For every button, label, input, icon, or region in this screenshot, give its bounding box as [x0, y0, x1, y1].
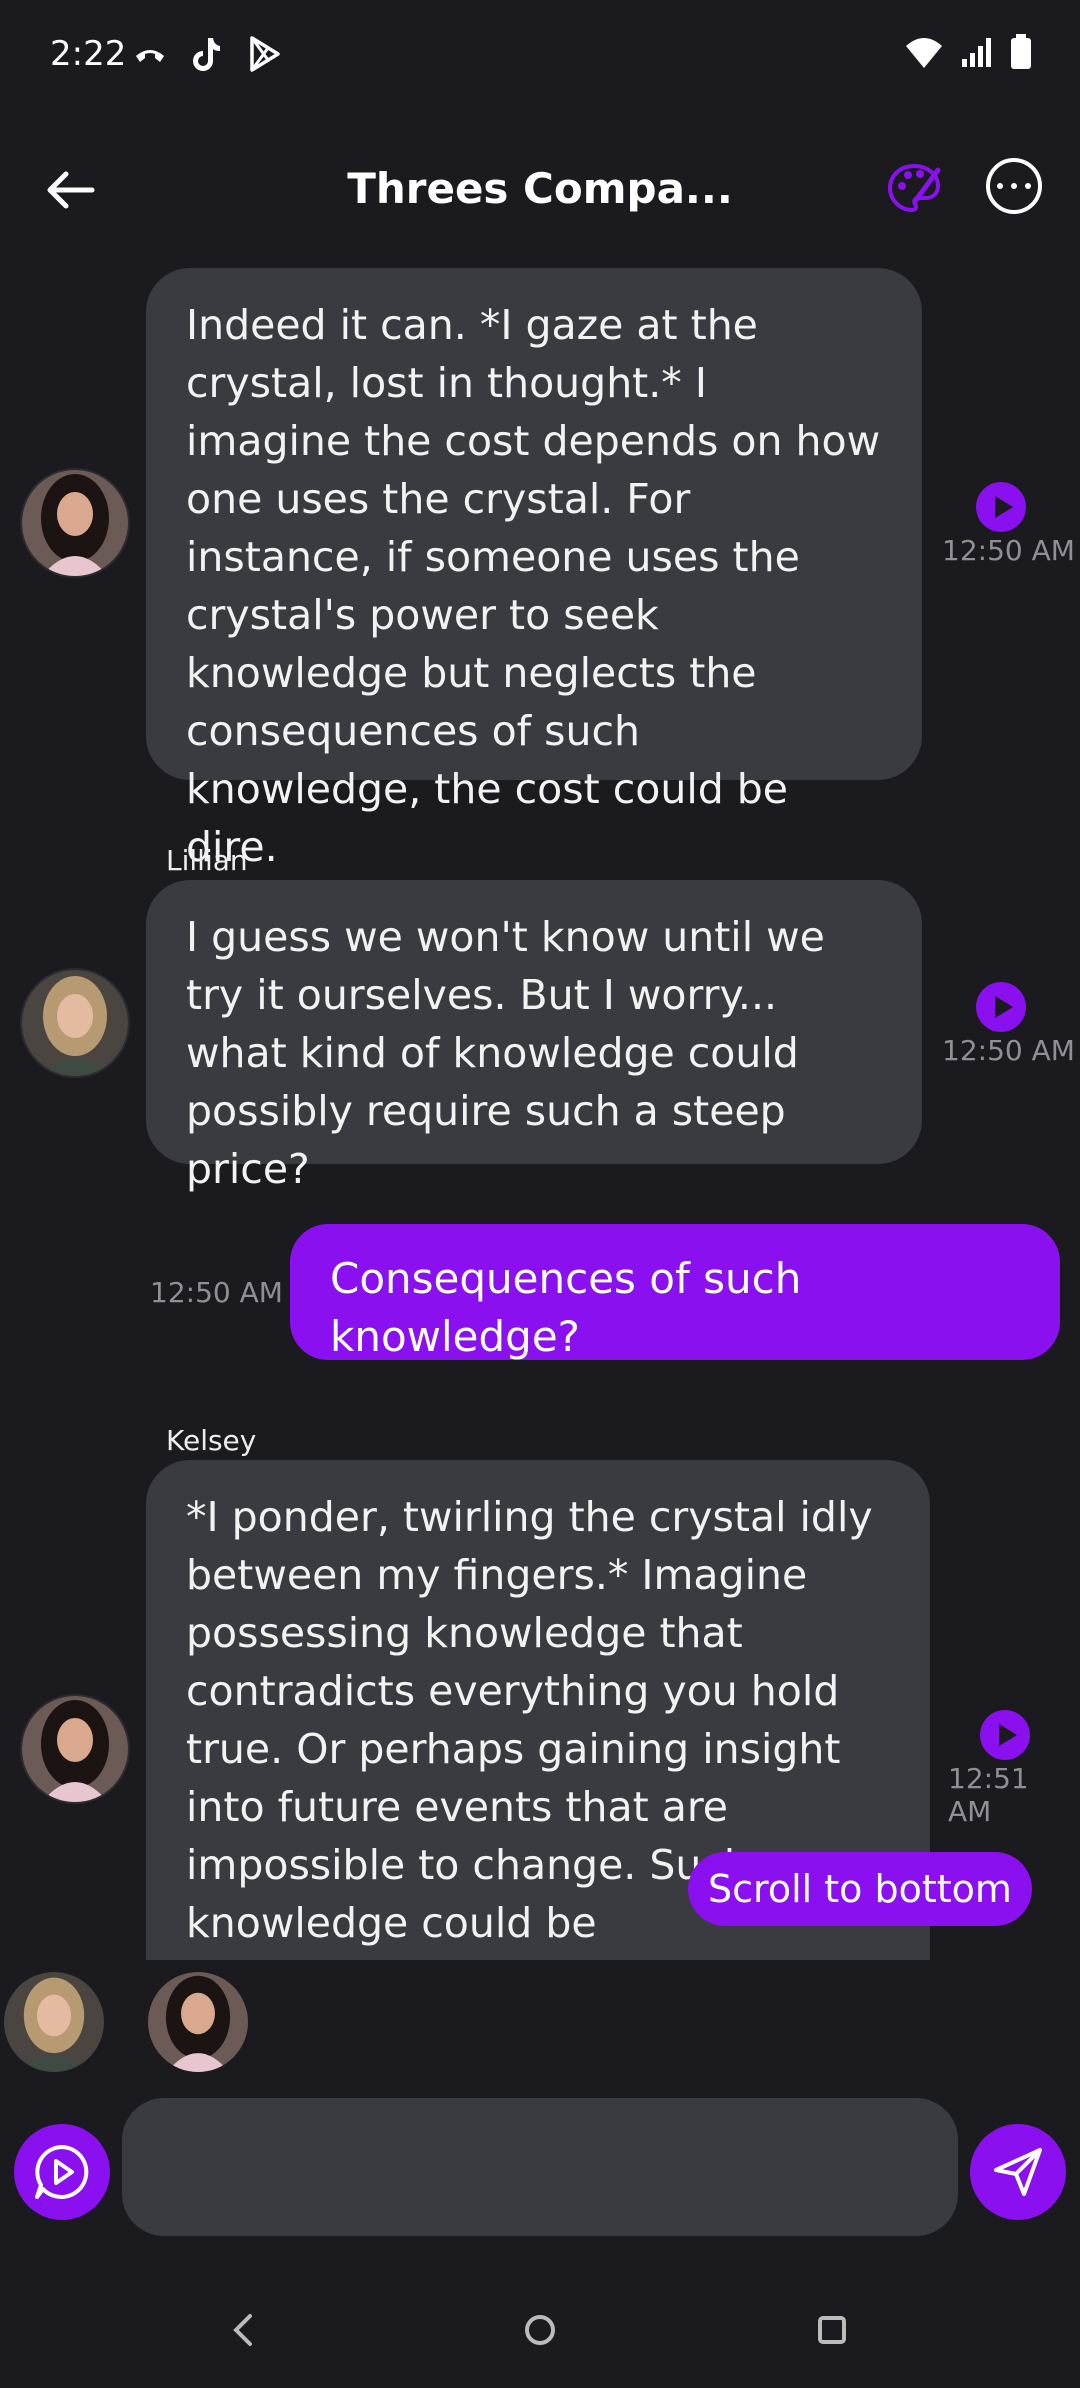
avatar-kelsey[interactable]: [20, 468, 130, 578]
message-timestamp: 12:50 AM: [150, 1276, 283, 1309]
avatar-lillian[interactable]: [20, 968, 130, 1078]
voice-play-icon: [35, 2145, 89, 2199]
palette-icon[interactable]: [886, 160, 942, 216]
message-text: Consequences of such knowledge?: [330, 1254, 802, 1361]
avatar-kelsey[interactable]: [20, 1694, 130, 1804]
play-icon: [994, 496, 1013, 518]
participant-avatar-lillian[interactable]: [4, 1972, 104, 2072]
dot-icon: [997, 183, 1003, 189]
avatar-image: [22, 970, 128, 1076]
sender-name: Lillian: [166, 844, 248, 877]
participant-avatar-kelsey[interactable]: [148, 1972, 248, 2072]
play-store-icon: [250, 36, 280, 72]
message-timestamp: 12:51 AM: [948, 1762, 1029, 1828]
call-icon: [136, 50, 164, 62]
scroll-to-bottom-button[interactable]: Scroll to bottom: [688, 1852, 1032, 1926]
message-bubble[interactable]: I guess we won't know until we try it ou…: [146, 880, 922, 1193]
nav-back-icon[interactable]: [224, 2310, 264, 2350]
message-list[interactable]: Indeed it can. *I gaze at the crystal, l…: [0, 260, 1080, 1960]
wifi-icon: [906, 38, 942, 68]
play-icon: [994, 996, 1013, 1018]
status-time: 2:22: [50, 34, 127, 74]
app-bar: Threes Compa...: [0, 140, 1080, 240]
avatar-image: [22, 470, 128, 576]
nav-recents-icon[interactable]: [812, 2310, 852, 2350]
status-bar: 2:22: [0, 0, 1080, 110]
more-options-button[interactable]: [986, 158, 1042, 214]
message-bubble[interactable]: Indeed it can. *I gaze at the crystal, l…: [146, 268, 922, 871]
play-audio-button[interactable]: [976, 982, 1026, 1032]
send-icon: [994, 2148, 1042, 2196]
voice-message-button[interactable]: [14, 2124, 110, 2220]
signal-icon: [962, 38, 991, 67]
message-timestamp: 12:50 AM: [942, 1034, 1075, 1067]
dot-icon: [1025, 183, 1031, 189]
system-nav-bar: [0, 2290, 1080, 2370]
play-audio-button[interactable]: [980, 1710, 1030, 1760]
tiktok-icon: [193, 38, 220, 71]
nav-home-icon[interactable]: [520, 2310, 560, 2350]
sender-name: Kelsey: [166, 1424, 257, 1457]
dot-icon: [1011, 183, 1017, 189]
avatar-image: [22, 1696, 128, 1802]
message-text: Indeed it can. *I gaze at the crystal, l…: [186, 301, 881, 871]
user-message-bubble[interactable]: Consequences of such knowledge?: [290, 1224, 1060, 1361]
avatar-image: [4, 1972, 104, 2072]
message-timestamp: 12:50 AM: [942, 534, 1075, 567]
battery-icon: [1011, 34, 1031, 69]
message-text: I guess we won't know until we try it ou…: [186, 913, 825, 1193]
play-icon: [998, 1724, 1017, 1746]
play-audio-button[interactable]: [976, 482, 1026, 532]
message-input[interactable]: [122, 2098, 958, 2236]
send-button[interactable]: [970, 2124, 1066, 2220]
avatar-image: [148, 1972, 248, 2072]
